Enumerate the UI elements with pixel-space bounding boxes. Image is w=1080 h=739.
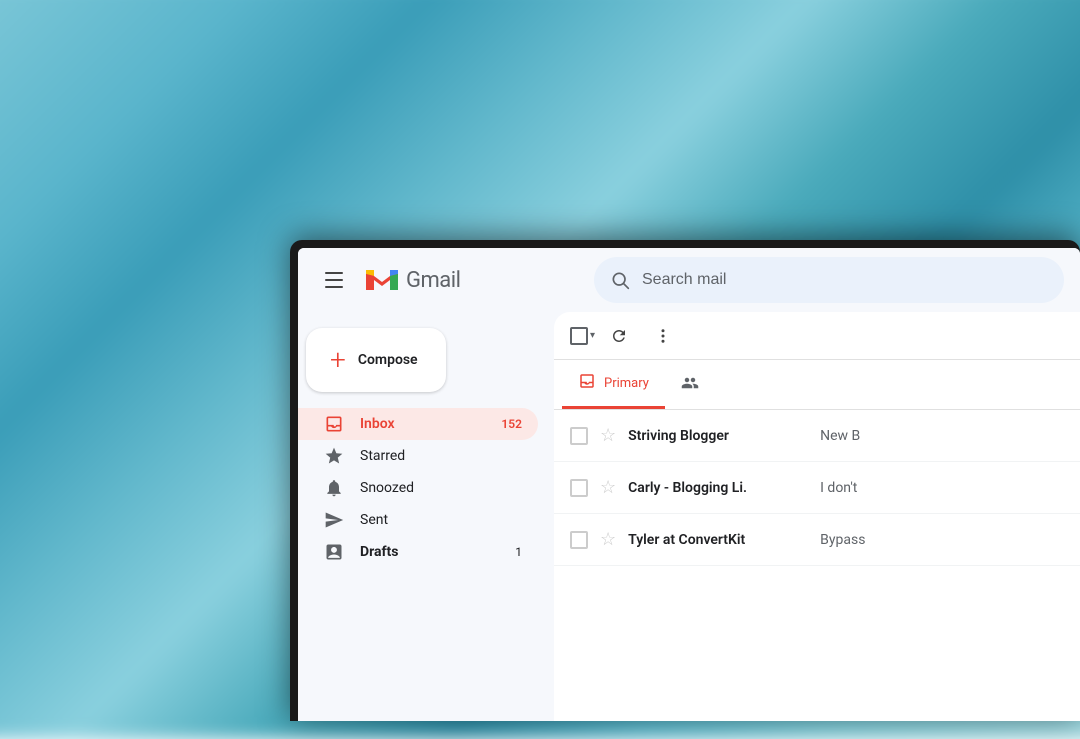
refresh-icon xyxy=(610,327,628,345)
starred-label: Starred xyxy=(360,448,522,464)
email-checkbox-1[interactable] xyxy=(570,427,588,445)
compose-plus-icon: + xyxy=(330,346,346,374)
select-all-checkbox[interactable] xyxy=(570,327,588,345)
email-preview-3: Bypass xyxy=(820,532,1064,548)
email-checkbox-2[interactable] xyxy=(570,479,588,497)
email-sender-2: Carly - Blogging Li. xyxy=(628,480,808,496)
main-content: + Compose Inbox 152 xyxy=(298,312,1080,721)
compose-label: Compose xyxy=(358,352,418,368)
email-row[interactable]: ☆ Carly - Blogging Li. I don't xyxy=(554,462,1080,514)
snoozed-icon xyxy=(324,478,344,498)
menu-line-1 xyxy=(325,272,343,274)
tab-social[interactable] xyxy=(665,360,715,409)
sidebar-item-inbox[interactable]: Inbox 152 xyxy=(298,408,538,440)
search-bar[interactable] xyxy=(594,257,1064,303)
tab-primary[interactable]: Primary xyxy=(562,360,665,409)
email-sender-3: Tyler at ConvertKit xyxy=(628,532,808,548)
sent-icon xyxy=(324,510,344,530)
sidebar-item-snoozed[interactable]: Snoozed xyxy=(298,472,538,504)
email-preview-2: I don't xyxy=(820,480,1064,496)
sent-label: Sent xyxy=(360,512,522,528)
header-left: Gmail xyxy=(314,260,574,300)
menu-button[interactable] xyxy=(314,260,354,300)
menu-line-3 xyxy=(325,286,343,288)
search-icon xyxy=(610,270,630,290)
social-tab-icon xyxy=(681,374,699,396)
drafts-badge: 1 xyxy=(515,545,522,559)
primary-tab-label: Primary xyxy=(604,376,649,391)
refresh-button[interactable] xyxy=(599,316,639,356)
email-row[interactable]: ☆ Tyler at ConvertKit Bypass xyxy=(554,514,1080,566)
email-list: ☆ Striving Blogger New B ☆ Carly - Blogg… xyxy=(554,410,1080,721)
gmail-m-icon xyxy=(364,266,400,294)
search-input[interactable] xyxy=(642,271,1048,289)
email-preview-1: New B xyxy=(820,428,1064,444)
select-all-area[interactable]: ▾ xyxy=(570,327,595,345)
laptop-frame: Gmail + Compose xyxy=(290,240,1080,721)
email-checkbox-3[interactable] xyxy=(570,531,588,549)
compose-button[interactable]: + Compose xyxy=(306,328,446,392)
email-star-2[interactable]: ☆ xyxy=(600,477,616,498)
email-row[interactable]: ☆ Striving Blogger New B xyxy=(554,410,1080,462)
email-sender-1: Striving Blogger xyxy=(628,428,808,444)
sidebar-item-starred[interactable]: Starred xyxy=(298,440,538,472)
drafts-icon xyxy=(324,542,344,562)
laptop-screen: Gmail + Compose xyxy=(298,248,1080,721)
more-options-button[interactable] xyxy=(643,316,683,356)
menu-line-2 xyxy=(325,279,343,281)
sidebar-item-sent[interactable]: Sent xyxy=(298,504,538,536)
starred-icon xyxy=(324,446,344,466)
email-star-1[interactable]: ☆ xyxy=(600,425,616,446)
inbox-label: Inbox xyxy=(360,416,485,432)
select-dropdown-arrow[interactable]: ▾ xyxy=(590,330,595,341)
snoozed-label: Snoozed xyxy=(360,480,522,496)
drafts-label: Drafts xyxy=(360,544,499,560)
email-toolbar: ▾ xyxy=(554,312,1080,360)
primary-inbox-icon xyxy=(578,372,596,390)
sidebar: + Compose Inbox 152 xyxy=(298,312,554,721)
inbox-badge: 152 xyxy=(501,417,522,431)
sidebar-item-drafts[interactable]: Drafts 1 xyxy=(298,536,538,568)
inbox-icon xyxy=(324,414,344,434)
more-options-icon xyxy=(654,327,672,345)
email-area: ▾ xyxy=(554,312,1080,721)
gmail-text-label: Gmail xyxy=(406,268,460,293)
email-tabs: Primary xyxy=(554,360,1080,410)
email-star-3[interactable]: ☆ xyxy=(600,529,616,550)
gmail-header: Gmail xyxy=(298,248,1080,312)
gmail-logo: Gmail xyxy=(364,266,460,294)
primary-tab-icon xyxy=(578,372,596,394)
social-people-icon xyxy=(681,374,699,392)
